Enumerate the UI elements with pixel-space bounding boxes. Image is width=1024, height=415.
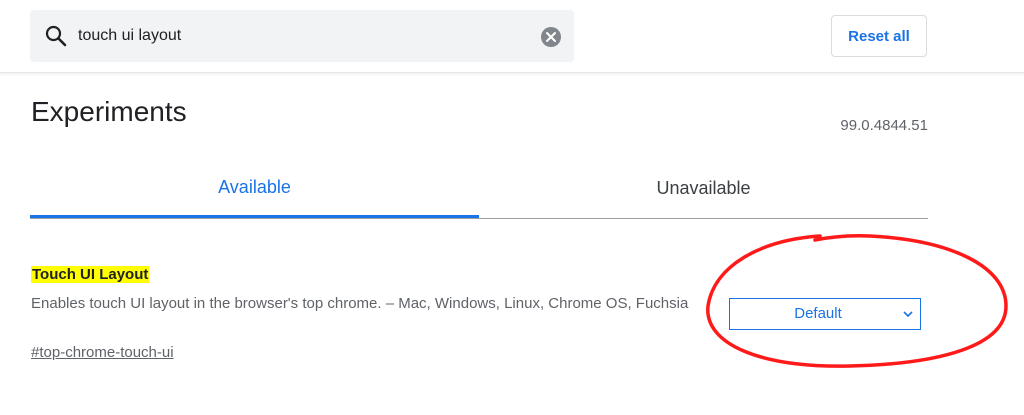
version-label: 99.0.4844.51	[840, 117, 928, 134]
page-title: Experiments	[31, 96, 187, 127]
reset-all-button[interactable]: Reset all	[831, 15, 927, 57]
tab-available[interactable]: Available	[30, 160, 479, 218]
clear-icon[interactable]	[540, 26, 562, 48]
select-value: Default	[794, 305, 842, 322]
experiment-permalink[interactable]: #top-chrome-touch-ui	[31, 344, 174, 361]
search-icon	[45, 25, 67, 47]
experiment-description: Enables touch UI layout in the browser's…	[31, 295, 689, 312]
tab-unavailable[interactable]: Unavailable	[479, 160, 928, 216]
flags-page: Reset all Experiments 99.0.4844.51 Avail…	[0, 0, 1024, 415]
search-input[interactable]	[78, 10, 518, 62]
tab-strip: Available Unavailable	[30, 160, 928, 219]
experiment-state-select[interactable]: Default	[729, 298, 921, 330]
search-box[interactable]	[30, 10, 574, 62]
chevron-down-icon	[903, 311, 913, 318]
experiment-title: Touch UI Layout	[31, 266, 150, 283]
toolbar: Reset all	[0, 0, 1024, 73]
